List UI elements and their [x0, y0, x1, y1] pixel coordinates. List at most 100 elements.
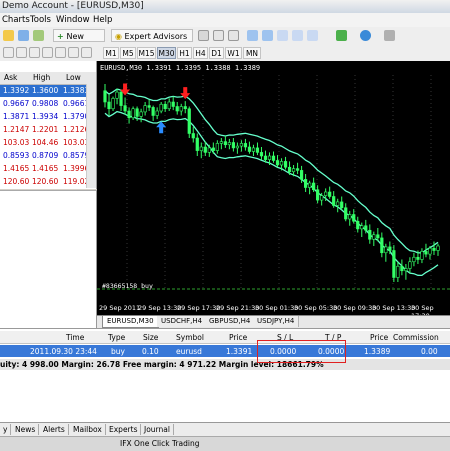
terminal-tab-journal[interactable]: Journal [141, 424, 174, 435]
market-watch-high: 120.60 [32, 177, 59, 186]
candle [420, 248, 424, 264]
chart-tab-usdchf[interactable]: USDCHF,H4 [157, 316, 208, 327]
candle [259, 147, 264, 160]
timeframe-m5[interactable]: M5 [120, 47, 136, 59]
column-high[interactable]: High [33, 73, 50, 82]
column-size[interactable]: Size [143, 333, 158, 342]
expert-advisors-button[interactable]: ◉ Expert Advisors [111, 29, 193, 42]
chart-tab-usdjpy[interactable]: USDJPY,H4 [253, 316, 300, 327]
x-tick-label: 29 Sep 2011 [99, 304, 141, 312]
column-low[interactable]: Low [66, 73, 81, 82]
market-watch-row[interactable]: 0.9667 0.9808 0.9661 [0, 98, 96, 110]
terminal-tab-alerts[interactable]: Alerts [40, 424, 69, 435]
candlestick-icon[interactable] [213, 30, 224, 41]
terminal-tab-experts[interactable]: Experts [106, 424, 142, 435]
market-watch-high: 0.8709 [32, 151, 59, 160]
market-watch-high: 104.46 [32, 138, 59, 147]
cursor-icon[interactable] [3, 47, 14, 58]
candle [344, 203, 348, 222]
candle [159, 102, 163, 114]
periods-icon[interactable] [360, 30, 371, 41]
timeframe-m30[interactable]: M30 [157, 47, 176, 59]
order-time: 2011.09.30 23:44 [30, 347, 97, 356]
channel-icon[interactable] [68, 47, 79, 58]
candle [163, 101, 167, 112]
candle [171, 96, 175, 111]
market-watch-row[interactable]: 1.3871 1.3934 1.3790 [0, 111, 96, 123]
menu-help[interactable]: Help [93, 15, 112, 25]
price-chart[interactable]: EURUSD,M30 1.3391 1.3395 1.3388 1.3389 #… [97, 61, 450, 320]
trendline-icon[interactable] [55, 47, 66, 58]
column-ask[interactable]: Ask [4, 73, 17, 82]
candle [111, 96, 115, 111]
column-time[interactable]: Time [66, 333, 84, 342]
candle [119, 89, 123, 111]
market-watch-row[interactable]: 1.3392 1.3600 1.3383 [0, 85, 96, 97]
market-watch-ask: 1.4165 [3, 164, 30, 173]
candle [392, 245, 396, 282]
market-watch-scrollbar[interactable] [86, 84, 96, 188]
terminal-tab-history[interactable]: y [0, 424, 12, 435]
x-tick-label: 29 Sep 21:30 [216, 304, 260, 312]
menu-window[interactable]: Window [56, 15, 90, 25]
candle [227, 138, 231, 150]
zoom-in-icon[interactable] [247, 30, 258, 41]
timeframe-w1[interactable]: W1 [225, 47, 242, 59]
templates-icon[interactable] [384, 30, 395, 41]
timeframe-m1[interactable]: M1 [103, 47, 119, 59]
folder-icon[interactable] [3, 30, 14, 41]
market-watch-row[interactable]: 0.8593 0.8709 0.8579 [0, 150, 96, 162]
timeframe-mn[interactable]: MN [243, 47, 261, 59]
candle [368, 224, 372, 244]
indicators-icon[interactable] [336, 30, 347, 41]
menu-bar: Charts Tools Window Help [0, 13, 450, 28]
menu-tools[interactable]: Tools [30, 15, 51, 25]
chart-canvas[interactable] [97, 61, 450, 315]
market-watch-row[interactable]: 120.60 120.60 119.02 [0, 176, 96, 188]
x-tick-label: 30 Sep 09:30 [333, 304, 377, 312]
column-type[interactable]: Type [108, 333, 125, 342]
autoscroll-icon[interactable] [292, 30, 303, 41]
order-row[interactable]: 2011.09.30 23:44 buy 0.10 eurusd 1.3391 … [0, 345, 450, 357]
market-watch-ask: 1.3392 [3, 86, 30, 95]
chart-tab-gbpusd[interactable]: GBPUSD,H4 [205, 316, 256, 327]
market-watch-high: 1.3600 [32, 86, 59, 95]
market-watch-row[interactable]: 1.4165 1.4165 1.3996 [0, 163, 96, 175]
zoom-out-icon[interactable] [262, 30, 273, 41]
market-watch-high: 1.2201 [32, 125, 59, 134]
market-watch-row[interactable]: 103.03 104.46 103.03 [0, 137, 96, 149]
market-watch-row[interactable]: 1.2147 1.2201 1.2126 [0, 124, 96, 136]
column-commission[interactable]: Commission [393, 333, 439, 342]
line-chart-icon[interactable] [228, 30, 239, 41]
x-tick-label: 30 Sep 05:30 [294, 304, 338, 312]
bar-chart-icon[interactable] [198, 30, 209, 41]
column-symbol[interactable]: Symbol [176, 333, 204, 342]
x-tick-label: 29 Sep 17:30 [177, 304, 221, 312]
standard-toolbar: + New Order ◉ Expert Advisors [0, 27, 450, 54]
market-watch-high: 0.9808 [32, 99, 59, 108]
terminal-tab-mailbox[interactable]: Mailbox [70, 424, 106, 435]
vertical-line-icon[interactable] [29, 47, 40, 58]
candle [384, 243, 388, 262]
timeframe-h1[interactable]: H1 [177, 47, 192, 59]
navigator-icon[interactable] [33, 30, 44, 41]
tile-windows-icon[interactable] [277, 30, 288, 41]
status-bar: IFX One Click Trading [0, 436, 450, 451]
timeframe-h4[interactable]: H4 [193, 47, 208, 59]
new-order-button[interactable]: + New Order [53, 29, 105, 54]
terminal-tab-news[interactable]: News [12, 424, 40, 435]
status-text: IFX One Click Trading [120, 439, 200, 448]
profile-icon[interactable] [18, 30, 29, 41]
column-close-price[interactable]: Price [370, 333, 388, 342]
fibonacci-icon[interactable] [81, 47, 92, 58]
column-price[interactable]: Price [229, 333, 247, 342]
timeframe-m15[interactable]: M15 [137, 47, 156, 59]
candle [215, 140, 219, 154]
chart-tab-eurusd[interactable]: EURUSD,M30 [102, 316, 159, 328]
horizontal-line-icon[interactable] [42, 47, 53, 58]
menu-charts[interactable]: Charts [2, 15, 30, 25]
timeframe-d1[interactable]: D1 [209, 47, 224, 59]
chart-shift-icon[interactable] [307, 30, 318, 41]
crosshair-icon[interactable] [16, 47, 27, 58]
candle [223, 135, 227, 148]
